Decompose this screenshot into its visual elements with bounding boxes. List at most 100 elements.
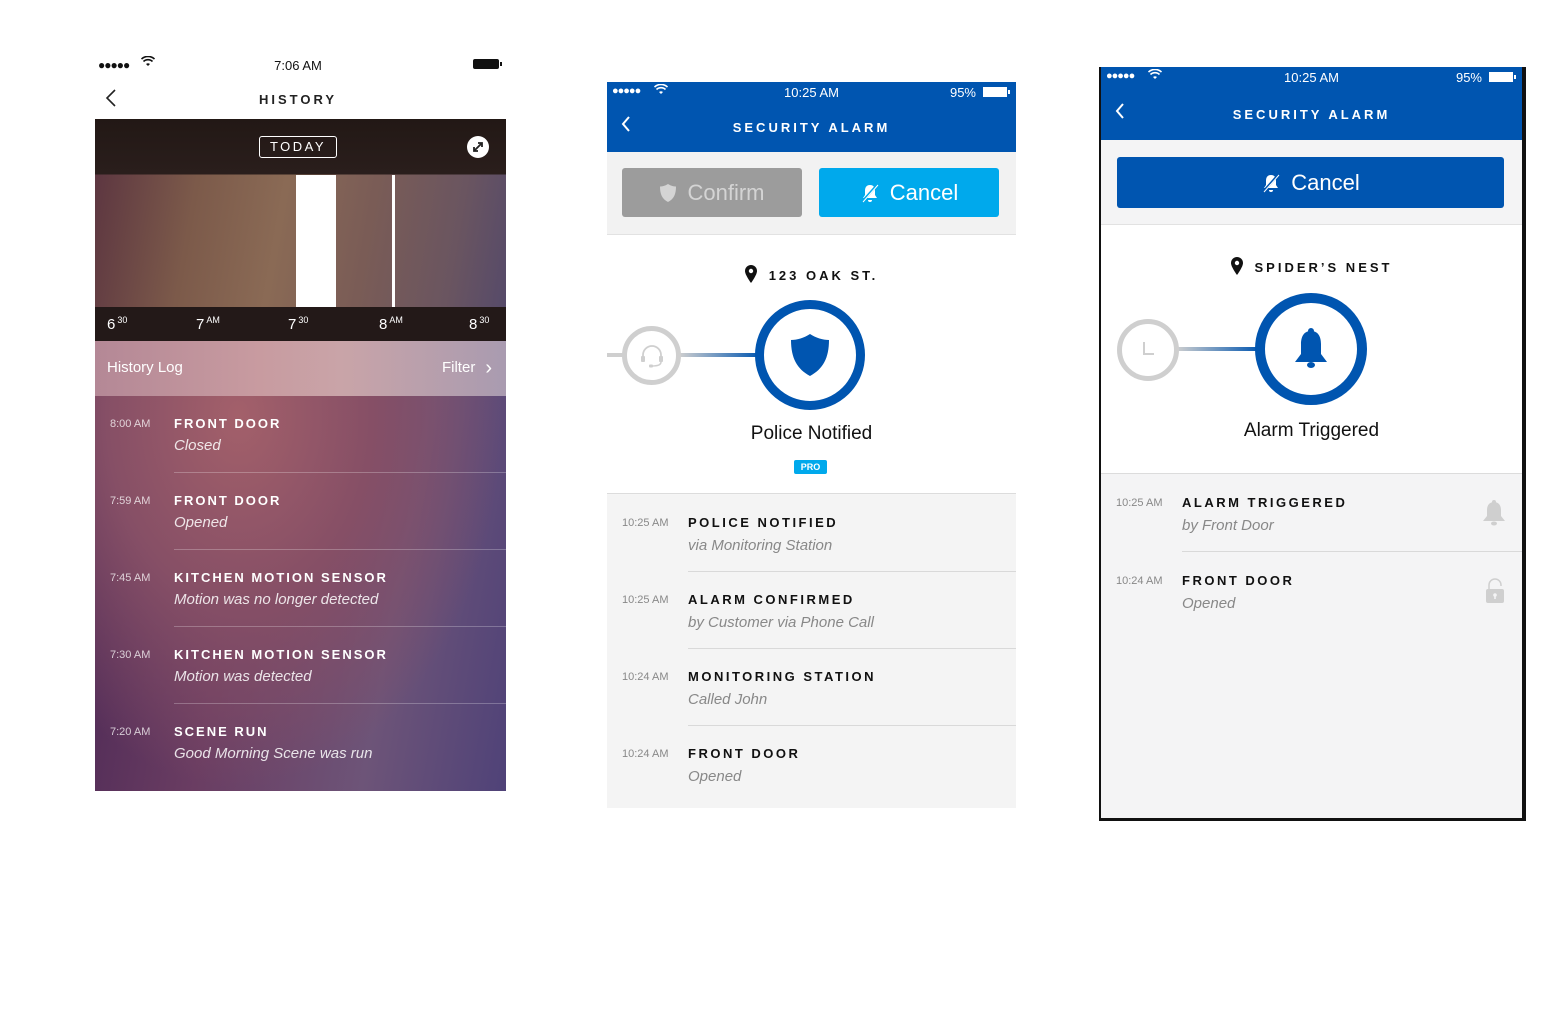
entry-title: POLICE NOTIFIED [688,515,839,530]
list-item[interactable]: 7:20 AM SCENE RUN Good Morning Scene was… [95,704,506,781]
entry-time: 10:24 AM [1116,575,1163,587]
battery-percent: 95% [949,85,976,100]
security-alarm-pro-screen: ●●●●● 10:25 AM 95% SECURITY ALARM Confir… [607,82,1016,808]
entry-detail: Motion was no longer detected [174,591,379,608]
security-alarm-screen: ●●●●● 10:25 AM 95% SECURITY ALARM Cancel… [1099,67,1526,821]
status-bar: ●●●●● 10:25 AM 95% [1101,67,1522,87]
entry-title: KITCHEN MOTION SENSOR [174,647,388,662]
location: SPIDER’S NEST [1101,257,1522,277]
list-item[interactable]: 10:25 AM POLICE NOTIFIED via Monitoring … [607,495,1016,572]
list-item[interactable]: 7:30 AM KITCHEN MOTION SENSOR Motion was… [95,627,506,704]
entry-detail: by Customer via Phone Call [688,614,874,631]
alarm-status-panel: 123 OAK ST. Police Notified PRO [607,235,1016,494]
entry-time: 10:25 AM [622,594,669,606]
map-pin-icon [744,265,757,283]
entry-time: 10:24 AM [622,671,669,683]
page-title: HISTORY [258,92,338,107]
battery-icon [473,59,502,69]
entry-title: FRONT DOOR [174,416,282,431]
timeline-panel[interactable]: TODAY 6 30 7 AM 7 30 8 AM 8 30 [95,119,506,341]
alarm-status-panel: SPIDER’S NEST Alarm Triggered [1101,225,1522,474]
entry-detail: Closed [174,437,221,454]
step-police-notified [755,300,865,410]
lock-icon [1484,577,1506,610]
tick-label: 8 AM [379,315,403,333]
list-item[interactable]: 10:25 AM ALARM TRIGGERED by Front Door [1101,475,1522,552]
entry-detail: Opened [174,514,228,531]
history-log-list: 8:00 AM FRONT DOOR Closed 7:59 AM FRONT … [95,396,506,791]
step-alarm-triggered [1255,293,1367,405]
chevron-right-icon: › [485,357,492,379]
battery-percent: 95% [1455,70,1482,85]
nav-bar: HISTORY [95,80,506,120]
tick-label: 7 AM [196,315,220,333]
today-button[interactable]: TODAY [259,136,337,158]
entry-title: FRONT DOOR [688,746,801,761]
entry-title: ALARM TRIGGERED [1182,495,1348,510]
entry-time: 10:25 AM [1116,497,1163,509]
timeline-current-marker[interactable] [392,175,395,307]
timeline-axis: 6 30 7 AM 7 30 8 AM 8 30 [95,307,506,341]
entry-detail: Motion was detected [174,668,312,685]
progress-connector [607,353,623,357]
expand-button[interactable] [467,136,489,158]
bell-icon [1295,328,1327,368]
step-pending [1117,319,1179,381]
list-item[interactable]: 7:59 AM FRONT DOOR Opened [95,473,506,550]
entry-detail: Opened [688,768,742,785]
entry-title: KITCHEN MOTION SENSOR [174,570,388,585]
alarm-history-list: 10:25 AM ALARM TRIGGERED by Front Door 1… [1101,475,1522,818]
page-title: SECURITY ALARM [1232,107,1391,122]
entry-detail: by Front Door [1182,517,1274,534]
alarm-state-label: Police Notified [750,423,873,444]
bell-off-icon [860,183,879,203]
confirm-button[interactable]: Confirm [622,168,802,217]
map-pin-icon [1230,257,1243,275]
list-item[interactable]: 7:45 AM KITCHEN MOTION SENSOR Motion was… [95,550,506,627]
list-item[interactable]: 10:24 AM FRONT DOOR Opened [1101,553,1522,630]
action-bar: Cancel [1101,140,1522,225]
list-item[interactable]: 10:24 AM FRONT DOOR Opened [607,726,1016,803]
progress-connector [1176,347,1261,351]
location-label: SPIDER’S NEST [1254,260,1393,275]
battery-icon [1489,72,1516,82]
cancel-alarm-button[interactable]: Cancel [1117,157,1504,208]
timeline-event-block[interactable] [296,175,336,307]
entry-time: 7:20 AM [110,726,151,738]
history-log-label: History Log [107,359,183,376]
filter-button[interactable]: Filter › [442,357,492,380]
location-label: 123 OAK ST. [768,268,879,283]
entry-time: 10:24 AM [622,748,669,760]
alarm-state-label: Alarm Triggered [1243,420,1380,441]
shield-icon [791,334,829,376]
progress-connector [679,353,761,357]
tick-label: 6 30 [107,315,128,333]
entry-time: 10:25 AM [622,517,669,529]
list-item[interactable]: 10:24 AM MONITORING STATION Called John [607,649,1016,726]
entry-time: 8:00 AM [110,418,151,430]
alarm-history-list: 10:25 AM POLICE NOTIFIED via Monitoring … [607,495,1016,808]
bell-icon [1482,499,1506,532]
entry-title: ALARM CONFIRMED [688,592,855,607]
entry-detail: via Monitoring Station [688,537,833,554]
location: 123 OAK ST. [607,265,1016,285]
entry-title: FRONT DOOR [1182,573,1295,588]
tick-label: 7 30 [288,315,309,333]
pro-badge: PRO [794,460,827,474]
list-item[interactable]: 10:25 AM ALARM CONFIRMED by Customer via… [607,572,1016,649]
cancel-alarm-button[interactable]: Cancel [819,168,999,217]
entry-time: 7:59 AM [110,495,151,507]
step-monitoring-station [622,326,681,385]
list-item[interactable]: 8:00 AM FRONT DOOR Closed [95,396,506,473]
clock-icon [1143,342,1154,355]
expand-icon [473,142,483,152]
action-bar: Confirm Cancel [607,152,1016,235]
entry-detail: Good Morning Scene was run [174,745,373,762]
history-log-header: History Log Filter › [95,341,506,396]
entry-detail: Called John [688,691,768,708]
shield-icon [660,184,677,202]
header: ●●●●● 10:25 AM 95% SECURITY ALARM [1101,67,1522,140]
timeline-track[interactable] [95,175,506,307]
status-time: 7:06 AM [274,58,322,73]
tick-label: 8 30 [469,315,490,333]
